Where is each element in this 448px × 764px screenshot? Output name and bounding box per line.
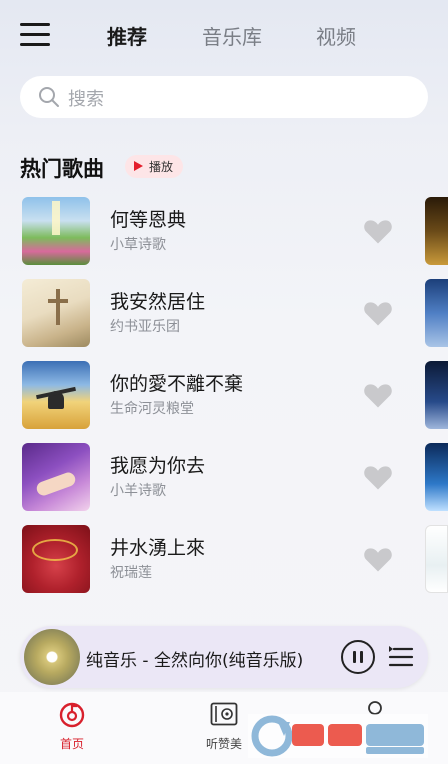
album-cover-peek[interactable] [425, 361, 448, 429]
watermark-logo [248, 714, 428, 758]
album-cover [22, 279, 90, 347]
song-artist: 生命河灵粮堂 [110, 401, 194, 417]
now-playing-title[interactable]: 纯音乐 - 全然向你(纯音乐版) [86, 646, 303, 671]
tab-music-library[interactable]: 音乐库 [202, 21, 262, 50]
song-title: 井水湧上來 [110, 537, 206, 559]
album-cover [22, 443, 90, 511]
song-title: 何等恩典 [110, 209, 187, 231]
song-row[interactable]: 你的愛不離不棄 生命河灵粮堂 [0, 361, 420, 431]
mini-player[interactable]: 纯音乐 - 全然向你(纯音乐版) [20, 626, 428, 688]
section-title-hot-songs: 热门歌曲 [20, 157, 104, 181]
song-title: 我安然居住 [110, 291, 206, 313]
song-title: 你的愛不離不棄 [110, 373, 244, 395]
heart-icon[interactable] [363, 217, 393, 245]
song-row[interactable]: 我愿为你去 小羊诗歌 [0, 443, 420, 513]
nav-home-label: 首页 [59, 737, 84, 751]
album-cover-peek[interactable] [425, 443, 448, 511]
song-row[interactable]: 何等恩典 小草诗歌 [0, 197, 420, 267]
playlist-icon[interactable] [388, 644, 414, 670]
nav-home[interactable]: 首页 [27, 700, 117, 752]
heart-icon[interactable] [363, 545, 393, 573]
tab-video[interactable]: 视频 [316, 21, 356, 50]
album-cover-peek[interactable] [425, 197, 448, 265]
song-artist: 祝瑞莲 [110, 565, 152, 581]
song-artist: 约书亚乐团 [110, 319, 180, 335]
play-icon [134, 161, 143, 171]
album-cover [22, 525, 90, 593]
play-all-label: 播放 [149, 160, 174, 174]
song-row[interactable]: 井水湧上來 祝瑞莲 [0, 525, 420, 595]
search-placeholder: 搜索 [68, 89, 104, 110]
search-input[interactable]: 搜索 [20, 76, 428, 118]
pause-button[interactable] [341, 640, 375, 674]
album-cover-peek[interactable] [425, 279, 448, 347]
song-artist: 小羊诗歌 [110, 483, 166, 499]
heart-icon[interactable] [363, 463, 393, 491]
search-icon [39, 87, 59, 107]
heart-icon[interactable] [363, 381, 393, 409]
song-title: 我愿为你去 [110, 455, 206, 477]
home-record-icon [59, 702, 85, 728]
play-all-button[interactable]: 播放 [125, 155, 183, 178]
top-bar: 推荐 音乐库 视频 [0, 0, 448, 70]
album-cover-peek[interactable] [425, 525, 448, 593]
album-cover [22, 361, 90, 429]
song-artist: 小草诗歌 [110, 237, 166, 253]
now-playing-disc[interactable] [24, 629, 80, 685]
menu-icon[interactable] [20, 23, 50, 47]
album-cover [22, 197, 90, 265]
music-player-icon [210, 702, 238, 726]
heart-icon[interactable] [363, 299, 393, 327]
song-row[interactable]: 我安然居住 约书亚乐团 [0, 279, 420, 349]
tab-recommend[interactable]: 推荐 [107, 21, 147, 50]
